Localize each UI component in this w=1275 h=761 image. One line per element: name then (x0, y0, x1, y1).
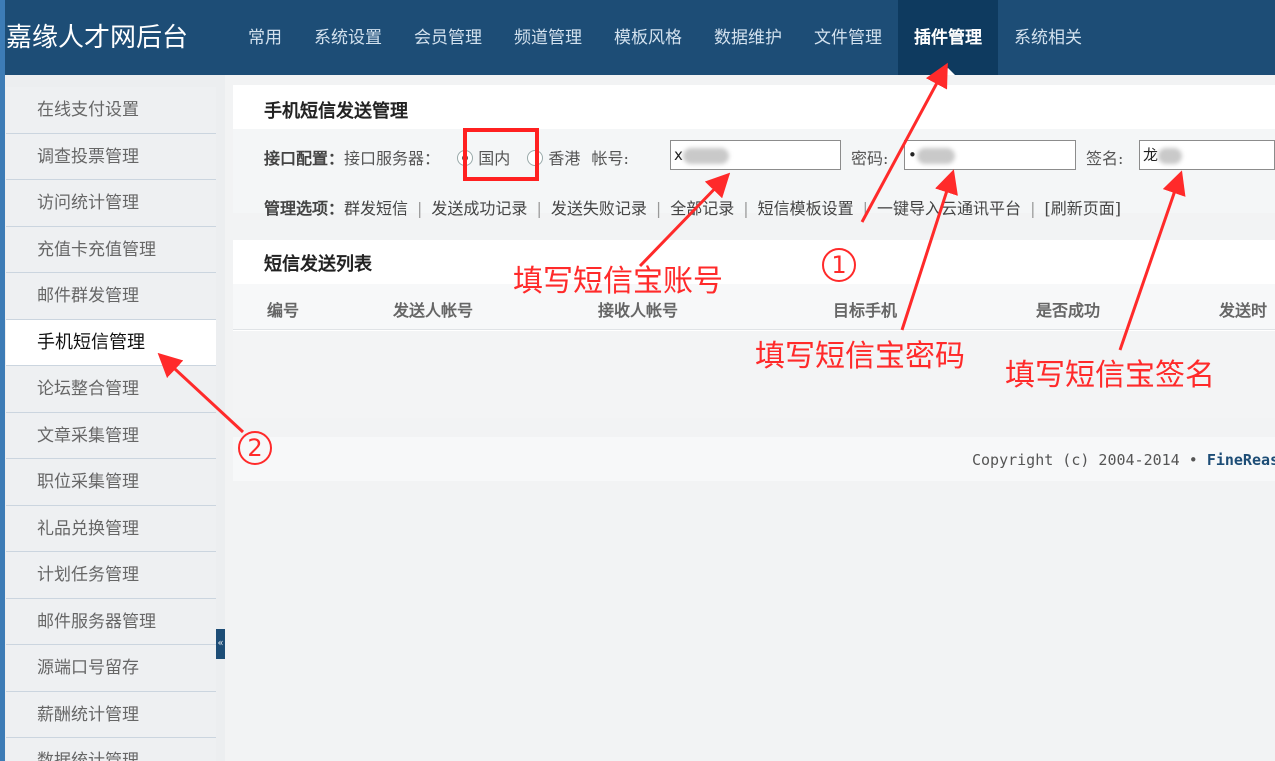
management-options-row: 管理选项：群发短信 | 发送成功记录 | 发送失败记录 | 全部记录 | 短信模板设置 | 一键导入… (264, 199, 1121, 218)
sidebar-item-article-collect[interactable]: 文章采集管理 (6, 412, 216, 459)
step-1-marker: 1 (822, 248, 856, 282)
footer: Copyright (c) 2004-2014 • FineReasc (233, 437, 1275, 481)
top-header: 嘉缘人才网后台 常用 系统设置 会员管理 频道管理 模板风格 数据维护 文件管理… (0, 0, 1275, 75)
column-header-receiver: 接收人帐号 (598, 301, 679, 320)
nav-item-plugin-management[interactable]: 插件管理 (898, 0, 998, 75)
account-input[interactable]: x (670, 140, 841, 170)
sidebar-item-survey-vote[interactable]: 调查投票管理 (6, 133, 216, 180)
column-header-target-phone: 目标手机 (833, 301, 898, 320)
sidebar-menu: 在线支付设置 调查投票管理 访问统计管理 充值卡充值管理 邮件群发管理 手机短信… (6, 87, 216, 761)
active-caret-icon (941, 68, 955, 75)
column-header-success: 是否成功 (1036, 301, 1101, 320)
signature-input[interactable]: 龙 (1139, 140, 1275, 170)
account-label: 帐号: (591, 149, 629, 168)
password-label: 密码: (851, 149, 889, 168)
nav-item-channel-management[interactable]: 频道管理 (498, 0, 598, 75)
table-header: 编号 发送人帐号 接收人帐号 目标手机 是否成功 发送时 (233, 284, 1275, 330)
column-header-id: 编号 (267, 301, 300, 320)
account-hint: 填写短信宝账号 (513, 264, 723, 299)
sidebar: 在线支付设置 调查投票管理 访问统计管理 充值卡充值管理 邮件群发管理 手机短信… (0, 75, 225, 761)
password-value: • (908, 146, 917, 164)
nav-item-system-settings[interactable]: 系统设置 (298, 0, 398, 75)
nav-item-common[interactable]: 常用 (232, 0, 298, 75)
domestic-highlight-box (463, 128, 539, 181)
signature-hint: 填写短信宝签名 (1005, 358, 1215, 393)
password-redaction (916, 147, 955, 164)
sidebar-item-gift-exchange[interactable]: 礼品兑换管理 (6, 505, 216, 552)
nav-item-template-style[interactable]: 模板风格 (598, 0, 698, 75)
sms-management-panel: 手机短信发送管理 接口配置：接口服务器： 国内 香港 帐号: x 密码: • 签… (233, 85, 1275, 218)
signature-redaction (1158, 147, 1183, 164)
link-import-cloud-platform[interactable]: 一键导入云通讯平台 (877, 199, 1021, 218)
sidebar-item-online-payment[interactable]: 在线支付设置 (6, 87, 216, 134)
sidebar-item-recharge-card[interactable]: 充值卡充值管理 (6, 226, 216, 273)
top-nav: 常用 系统设置 会员管理 频道管理 模板风格 数据维护 文件管理 插件管理 系统… (232, 0, 1098, 75)
sidebar-item-mail-server[interactable]: 邮件服务器管理 (6, 598, 216, 645)
link-sms-template-settings[interactable]: 短信模板设置 (758, 199, 854, 218)
signature-label: 签名: (1086, 149, 1124, 168)
server-label: 接口服务器： (344, 149, 441, 168)
sidebar-item-mass-email[interactable]: 邮件群发管理 (6, 273, 216, 320)
copyright-text: Copyright (c) 2004-2014 • FineReasc (972, 451, 1275, 469)
sidebar-item-salary-stats[interactable]: 薪酬统计管理 (6, 691, 216, 738)
nav-item-data-maintenance[interactable]: 数据维护 (698, 0, 798, 75)
column-header-send-time: 发送时 (1219, 301, 1268, 320)
nav-item-plugin-label: 插件管理 (914, 28, 982, 48)
main-content: 手机短信发送管理 接口配置：接口服务器： 国内 香港 帐号: x 密码: • 签… (225, 75, 1275, 761)
signature-value: 龙 (1143, 146, 1159, 164)
list-title: 短信发送列表 (264, 254, 372, 275)
password-hint: 填写短信宝密码 (755, 339, 965, 374)
footer-link[interactable]: FineReasc (1207, 451, 1275, 469)
sidebar-item-job-collect[interactable]: 职位采集管理 (6, 459, 216, 506)
sidebar-item-scheduled-tasks[interactable]: 计划任务管理 (6, 552, 216, 599)
password-input[interactable]: • (904, 140, 1076, 170)
link-success-records[interactable]: 发送成功记录 (431, 199, 527, 218)
step-2-marker: 2 (238, 431, 272, 465)
options-label: 管理选项： (264, 199, 345, 218)
sidebar-item-source-port[interactable]: 源端口号留存 (6, 645, 216, 692)
config-label: 接口配置： (264, 149, 345, 168)
copyright-label: Copyright (c) 2004-2014 (972, 451, 1180, 469)
sidebar-item-data-stats[interactable]: 数据统计管理 (6, 738, 216, 761)
column-header-sender: 发送人帐号 (393, 301, 474, 320)
server-option-hongkong-label: 香港 (548, 149, 581, 168)
nav-item-system-related[interactable]: 系统相关 (998, 0, 1098, 75)
sidebar-item-sms-management[interactable]: 手机短信管理 (6, 319, 216, 366)
footer-bullet: • (1188, 451, 1198, 469)
nav-item-file-management[interactable]: 文件管理 (798, 0, 898, 75)
link-failed-records[interactable]: 发送失败记录 (551, 199, 647, 218)
sidebar-item-visit-stats[interactable]: 访问统计管理 (6, 180, 216, 227)
account-value: x (674, 146, 683, 164)
interface-config-row: 接口配置：接口服务器： 国内 香港 帐号: (264, 145, 629, 169)
sidebar-collapse-icon[interactable]: « (216, 629, 225, 659)
sidebar-item-forum-integration[interactable]: 论坛整合管理 (6, 366, 216, 413)
link-all-records[interactable]: 全部记录 (670, 199, 734, 218)
page-title: 手机短信发送管理 (264, 101, 408, 122)
account-redaction (682, 147, 729, 164)
link-refresh-page[interactable]: [刷新页面] (1044, 199, 1121, 218)
brand-title: 嘉缘人才网后台 (6, 23, 189, 53)
link-mass-sms[interactable]: 群发短信 (344, 199, 408, 218)
nav-item-member-management[interactable]: 会员管理 (398, 0, 498, 75)
